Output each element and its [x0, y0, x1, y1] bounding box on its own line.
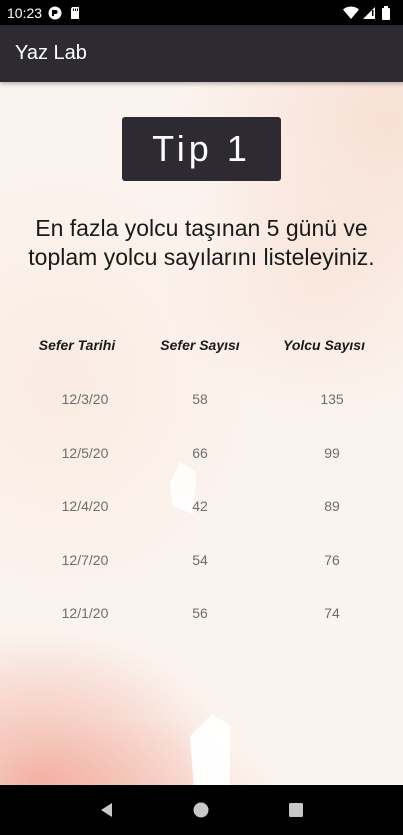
table-row: 12/7/20 54 76: [0, 552, 403, 606]
results-table: Sefer Tarihi Sefer Sayısı Yolcu Sayısı 1…: [0, 337, 403, 659]
system-nav-bar: [0, 785, 403, 835]
cell-passenger-count: 74: [324, 605, 340, 621]
table-header: Sefer Tarihi Sefer Sayısı Yolcu Sayısı: [0, 337, 403, 361]
recents-button[interactable]: [284, 798, 308, 822]
signal-icon: [362, 6, 376, 20]
app-notification-icon: [48, 6, 62, 20]
cell-trip-count: 56: [192, 605, 208, 621]
home-icon: [193, 802, 209, 818]
table-row: 12/1/20 56 74: [0, 605, 403, 659]
cell-trip-count: 58: [192, 391, 208, 407]
wifi-icon: [343, 5, 359, 20]
header-sefer-tarihi: Sefer Tarihi: [38, 337, 116, 353]
status-bar-left: 10:23: [7, 5, 82, 21]
app-title: Yaz Lab: [15, 42, 87, 64]
table-row: 12/3/20 58 135: [0, 391, 403, 445]
main-content: Tip 1 En fazla yolcu taşınan 5 günü ve t…: [0, 82, 403, 785]
cell-date: 12/7/20: [61, 551, 109, 568]
cell-date: 12/5/20: [61, 444, 109, 461]
cell-trip-count: 54: [192, 551, 208, 568]
status-bar: 10:23: [0, 0, 403, 25]
recents-icon: [288, 803, 303, 817]
cell-passenger-count: 76: [324, 551, 340, 568]
tip-label: Tip 1: [152, 128, 251, 169]
battery-icon: [381, 5, 395, 20]
cell-trip-count: 42: [192, 498, 208, 514]
status-bar-right: [343, 5, 395, 20]
header-yolcu-sayisi: Yolcu Sayısı: [283, 337, 365, 353]
back-icon: [101, 803, 113, 817]
tip-badge: Tip 1: [122, 117, 281, 181]
sd-card-icon: [68, 6, 82, 20]
cell-date: 12/3/20: [61, 391, 109, 407]
cell-passenger-count: 89: [324, 498, 340, 514]
cell-passenger-count: 135: [320, 391, 344, 407]
cell-date: 12/1/20: [61, 605, 109, 621]
header-sefer-sayisi: Sefer Sayısı: [160, 337, 240, 353]
cell-trip-count: 66: [192, 444, 208, 461]
app-bar: Yaz Lab: [0, 25, 403, 82]
question-text: En fazla yolcu taşınan 5 günü ve toplam …: [28, 215, 375, 270]
table-row: 12/5/20 66 99: [0, 445, 403, 499]
back-button[interactable]: [95, 798, 119, 822]
background-splash: [190, 714, 230, 785]
table-row: 12/4/20 42 89: [0, 498, 403, 552]
home-button[interactable]: [189, 798, 213, 822]
status-time: 10:23: [7, 4, 43, 21]
cell-passenger-count: 99: [324, 444, 340, 461]
cell-date: 12/4/20: [61, 498, 109, 514]
